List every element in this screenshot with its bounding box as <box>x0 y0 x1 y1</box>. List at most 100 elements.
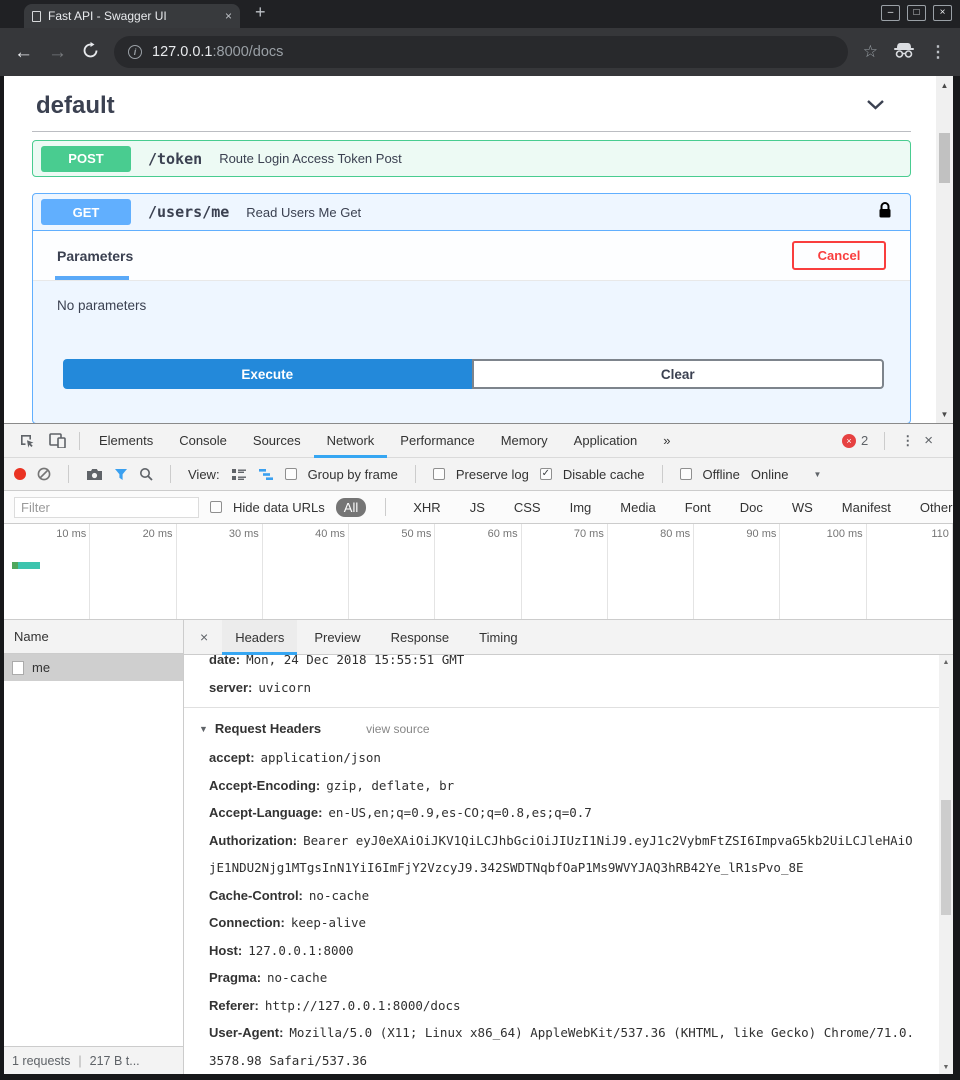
scroll-up-icon[interactable]: ▲ <box>939 656 953 668</box>
request-header-row: Referer:http://127.0.0.1:8000/docs <box>184 992 939 1020</box>
browser-tab[interactable]: Fast API - Swagger UI × <box>24 4 240 28</box>
requests-count: 1 requests <box>12 1054 70 1068</box>
scroll-up-icon[interactable]: ▲ <box>936 78 953 92</box>
preserve-log-checkbox[interactable] <box>433 468 445 480</box>
tab-console[interactable]: Console <box>166 424 240 458</box>
device-toolbar-icon[interactable] <box>49 433 66 448</box>
divider <box>68 465 69 483</box>
inspect-element-icon[interactable] <box>19 433 35 449</box>
hide-data-urls-checkbox[interactable] <box>210 501 222 513</box>
filter-type-js[interactable]: JS <box>462 498 493 517</box>
filter-type-xhr[interactable]: XHR <box>405 498 448 517</box>
disable-cache-checkbox[interactable]: ✓ <box>540 468 552 480</box>
devtools-close-icon[interactable]: × <box>924 432 933 449</box>
name-column-header[interactable]: Name <box>4 620 183 654</box>
reload-icon[interactable] <box>82 42 99 63</box>
maximize-button[interactable]: □ <box>907 5 926 21</box>
headers-content: date:Mon, 24 Dec 2018 15:55:51 GMT serve… <box>184 655 939 1074</box>
forward-icon[interactable]: → <box>48 43 67 62</box>
clear-button[interactable]: Clear <box>472 359 885 389</box>
filter-type-manifest[interactable]: Manifest <box>834 498 899 517</box>
timeline-tick: 70 ms <box>522 524 608 619</box>
section-header[interactable]: default <box>32 92 911 120</box>
search-icon[interactable] <box>139 467 153 481</box>
offline-checkbox[interactable] <box>680 468 692 480</box>
filter-input[interactable] <box>14 497 199 518</box>
dropdown-caret-icon[interactable]: ▼ <box>813 470 821 479</box>
request-headers-section[interactable]: ▼ Request Headers view source <box>184 714 939 744</box>
scrollbar-thumb[interactable] <box>941 800 951 915</box>
filter-type-doc[interactable]: Doc <box>732 498 771 517</box>
filter-type-img[interactable]: Img <box>562 498 600 517</box>
cancel-button[interactable]: Cancel <box>792 241 886 270</box>
filter-type-css[interactable]: CSS <box>506 498 549 517</box>
divider <box>170 465 171 483</box>
new-tab-button[interactable]: + <box>255 2 266 23</box>
scroll-down-icon[interactable]: ▼ <box>936 407 953 421</box>
detail-tab-timing[interactable]: Timing <box>466 620 531 655</box>
filter-type-all[interactable]: All <box>336 498 366 517</box>
more-tabs-icon[interactable]: » <box>650 424 683 458</box>
browser-menu-icon[interactable]: ⋮ <box>930 42 946 62</box>
screenshot-camera-icon[interactable] <box>86 468 103 481</box>
endpoint-post-token[interactable]: POST /token Route Login Access Token Pos… <box>32 140 911 177</box>
address-bar[interactable]: i 127.0.0.1:8000/docs <box>114 36 848 68</box>
view-list-icon[interactable] <box>231 468 247 481</box>
lock-icon[interactable] <box>878 201 892 224</box>
filter-type-media[interactable]: Media <box>612 498 663 517</box>
back-icon[interactable]: ← <box>14 43 33 62</box>
request-header-row: Pragma:no-cache <box>184 964 939 992</box>
throttling-select[interactable]: Online <box>751 467 789 482</box>
error-icon: × <box>842 434 856 448</box>
group-by-frame-checkbox[interactable] <box>285 468 297 480</box>
chevron-down-icon[interactable] <box>866 97 885 115</box>
scrollbar-thumb[interactable] <box>939 133 950 183</box>
execute-button[interactable]: Execute <box>63 359 472 389</box>
tab-performance[interactable]: Performance <box>387 424 487 458</box>
network-overview-timeline[interactable]: 10 ms 20 ms 30 ms 40 ms 50 ms 60 ms 70 m… <box>4 524 953 620</box>
filter-type-font[interactable]: Font <box>677 498 719 517</box>
tab-network[interactable]: Network <box>314 424 388 458</box>
view-waterfall-icon[interactable] <box>258 468 274 481</box>
detail-tab-response[interactable]: Response <box>378 620 463 655</box>
window-close-button[interactable]: × <box>933 5 952 21</box>
scroll-down-icon[interactable]: ▼ <box>939 1061 953 1073</box>
tab-memory[interactable]: Memory <box>488 424 561 458</box>
info-icon[interactable]: i <box>128 45 142 59</box>
clear-icon[interactable] <box>37 467 51 481</box>
filter-funnel-icon[interactable] <box>114 468 128 481</box>
tab-application[interactable]: Application <box>561 424 651 458</box>
detail-scrollbar[interactable]: ▲ ▼ <box>939 655 953 1074</box>
timeline-tick: 30 ms <box>177 524 263 619</box>
devtools-tabbar: Elements Console Sources Network Perform… <box>4 424 953 458</box>
browser-titlebar: Fast API - Swagger UI × + – □ × <box>0 0 960 28</box>
network-status-bar: 1 requests | 217 B t... <box>4 1046 183 1074</box>
tab-elements[interactable]: Elements <box>86 424 166 458</box>
request-headers-title: Request Headers <box>215 714 321 744</box>
error-badge[interactable]: × 2 <box>842 433 868 448</box>
tab-sources[interactable]: Sources <box>240 424 314 458</box>
divider <box>79 432 80 450</box>
filter-type-other[interactable]: Other <box>912 498 960 517</box>
bookmark-star-icon[interactable]: ☆ <box>863 42 878 62</box>
no-parameters-text: No parameters <box>57 298 910 313</box>
request-header-row: Host:127.0.0.1:8000 <box>184 937 939 965</box>
filter-type-ws[interactable]: WS <box>784 498 821 517</box>
endpoint-header[interactable]: GET /users/me Read Users Me Get <box>33 194 910 231</box>
response-header-row: server:uvicorn <box>184 674 939 702</box>
detail-tab-headers[interactable]: Headers <box>222 620 297 655</box>
browser-toolbar: ← → i 127.0.0.1:8000/docs ☆ ⋮ <box>0 28 960 76</box>
page-scrollbar[interactable]: ▲ ▼ <box>936 76 953 423</box>
record-icon[interactable] <box>14 468 26 480</box>
request-row-me[interactable]: me <box>4 654 183 681</box>
divider <box>662 465 663 483</box>
detail-close-icon[interactable]: × <box>190 629 218 645</box>
devtools-menu-icon[interactable]: ⋮ <box>901 433 914 449</box>
endpoint-path: /token <box>148 150 202 168</box>
collapse-triangle-icon[interactable]: ▼ <box>199 714 208 744</box>
waterfall-bar <box>12 562 40 569</box>
view-source-link[interactable]: view source <box>366 714 429 744</box>
minimize-button[interactable]: – <box>881 5 900 21</box>
tab-close-icon[interactable]: × <box>225 10 232 22</box>
detail-tab-preview[interactable]: Preview <box>301 620 373 655</box>
